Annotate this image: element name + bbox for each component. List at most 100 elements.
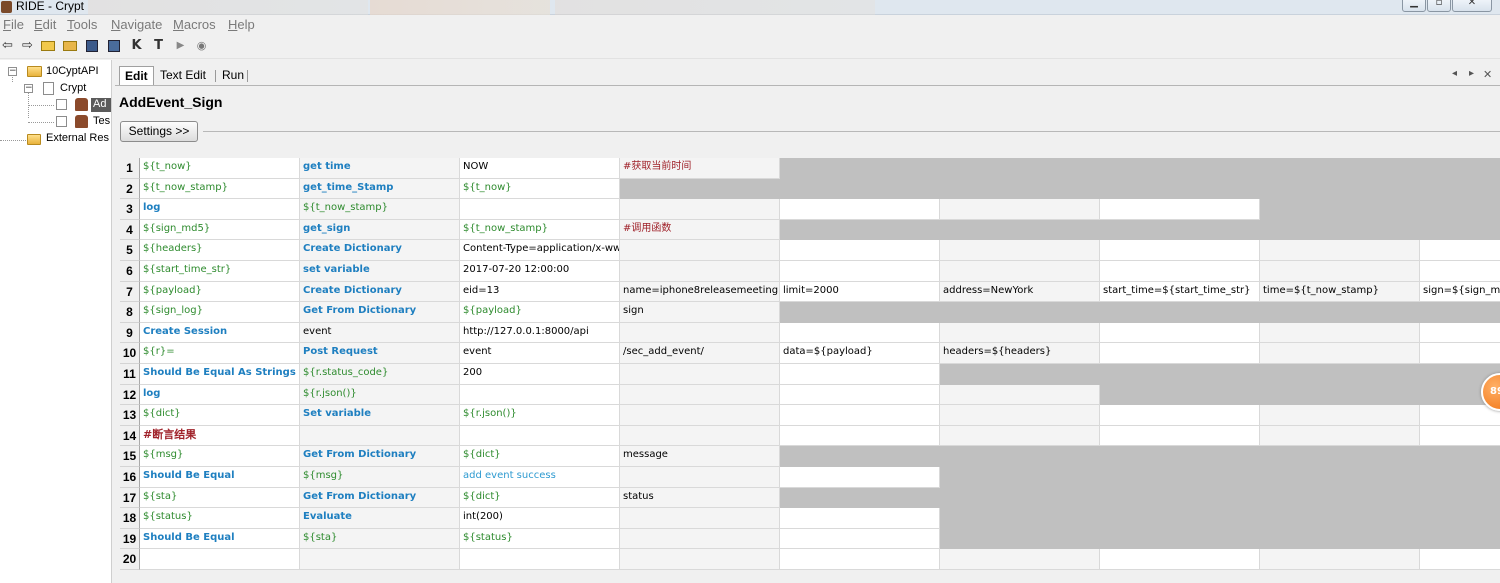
grid-cell-empty[interactable] [1260, 322, 1420, 344]
tab-close-icon[interactable]: ✕ [1483, 68, 1492, 81]
grid-cell-empty[interactable] [1420, 425, 1500, 447]
grid-cell[interactable]: ${dict} [460, 446, 620, 467]
grid-cell[interactable]: ${payload} [460, 302, 620, 323]
grid-cell-empty[interactable] [780, 199, 940, 220]
grid-cell-empty[interactable] [620, 549, 780, 570]
menu-navigate[interactable]: Navigate [111, 17, 162, 32]
grid-cell[interactable]: ${t_now_stamp} [300, 199, 460, 220]
tree-test-2[interactable]: Tes [93, 115, 110, 127]
grid-cell[interactable]: status [620, 487, 780, 509]
grid-cell[interactable]: #调用函数 [620, 219, 780, 241]
grid-cell[interactable]: 2017-07-20 12:00:00 [460, 261, 620, 282]
tree-external-resources[interactable]: External Res [46, 132, 109, 144]
grid-cell-empty[interactable] [1420, 343, 1500, 364]
grid-cell-empty[interactable] [1420, 261, 1500, 282]
grid-cell[interactable]: get_sign [300, 219, 460, 241]
grid-cell[interactable]: data=${payload} [780, 343, 940, 364]
grid-cell[interactable]: sign [620, 302, 780, 323]
grid-cell[interactable]: name=iphone8releasemeeting [620, 281, 780, 303]
stop-icon[interactable]: ◉ [194, 39, 209, 53]
grid-cell-empty[interactable] [940, 384, 1100, 406]
grid-cell[interactable]: ${r.json()} [300, 384, 460, 406]
row-number[interactable]: 11 [120, 364, 140, 385]
row-number[interactable]: 8 [120, 302, 140, 323]
grid-cell-empty[interactable] [620, 240, 780, 261]
open-directory-icon[interactable] [63, 39, 78, 53]
grid-cell[interactable]: int(200) [460, 508, 620, 529]
menu-macros[interactable]: Macros [173, 17, 216, 32]
grid-cell[interactable]: ${t_now} [140, 158, 300, 179]
settings-button[interactable]: Settings >> [120, 121, 198, 142]
grid-cell-empty[interactable] [460, 549, 620, 570]
grid-cell[interactable]: 200 [460, 364, 620, 385]
grid-cell-empty[interactable] [1100, 261, 1260, 282]
grid-cell[interactable]: address=NewYork [940, 281, 1100, 303]
grid-cell-empty[interactable] [1100, 199, 1260, 220]
row-number[interactable]: 12 [120, 384, 140, 406]
grid-cell[interactable]: log [140, 199, 300, 220]
run-icon[interactable]: ▶ [173, 39, 188, 53]
menu-file[interactable]: File [3, 17, 24, 32]
grid-cell-empty[interactable] [620, 261, 780, 282]
grid-cell[interactable]: ${status} [460, 528, 620, 550]
test-checkbox[interactable] [56, 116, 67, 127]
grid-cell-empty[interactable] [300, 425, 460, 447]
grid-cell-empty[interactable] [940, 261, 1100, 282]
row-number[interactable]: 5 [120, 240, 140, 261]
save-all-icon[interactable] [107, 39, 122, 53]
grid-cell[interactable]: start_time=${start_time_str} [1100, 281, 1260, 303]
grid-cell-empty[interactable] [1100, 425, 1260, 447]
grid-cell-empty[interactable] [1100, 240, 1260, 261]
grid-cell[interactable] [460, 199, 620, 220]
grid-cell[interactable]: Content-Type=application/x-www- [460, 240, 620, 261]
minimize-button[interactable]: ▁ [1402, 0, 1426, 12]
grid-cell[interactable]: Should Be Equal [140, 467, 300, 488]
grid-cell[interactable]: Post Request [300, 343, 460, 364]
grid-cell-empty[interactable] [1420, 240, 1500, 261]
grid-cell-empty[interactable] [940, 425, 1100, 447]
row-number[interactable]: 4 [120, 219, 140, 241]
grid-cell-empty[interactable] [1260, 261, 1420, 282]
grid-cell[interactable]: ${dict} [140, 405, 300, 426]
grid-cell[interactable]: limit=2000 [780, 281, 940, 303]
row-number[interactable]: 20 [120, 549, 140, 570]
grid-cell-empty[interactable] [780, 322, 940, 344]
grid-cell[interactable]: ${start_time_str} [140, 261, 300, 282]
grid-cell[interactable]: ${sign_md5} [140, 219, 300, 241]
grid-cell-empty[interactable] [780, 508, 940, 529]
grid-cell-empty[interactable] [780, 528, 940, 550]
menu-help[interactable]: Help [228, 17, 255, 32]
grid-cell-empty[interactable] [620, 467, 780, 488]
grid-cell[interactable]: ${r}= [140, 343, 300, 364]
grid-cell[interactable]: event [300, 322, 460, 344]
collapse-toggle[interactable]: − [8, 67, 17, 76]
grid-cell[interactable]: headers=${headers} [940, 343, 1100, 364]
collapse-toggle[interactable]: − [24, 84, 33, 93]
maximize-button[interactable]: ▫ [1427, 0, 1451, 12]
grid-cell[interactable]: ${t_now} [460, 178, 620, 200]
grid-cell[interactable]: Get From Dictionary [300, 302, 460, 323]
grid-cell[interactable]: eid=13 [460, 281, 620, 303]
grid-cell-empty[interactable] [620, 405, 780, 426]
grid-cell[interactable]: ${sign_log} [140, 302, 300, 323]
grid-cell-empty[interactable] [1420, 405, 1500, 426]
grid-cell[interactable]: add event success [460, 467, 620, 488]
grid-cell[interactable]: get_time_Stamp [300, 178, 460, 200]
row-number[interactable]: 10 [120, 343, 140, 364]
grid-cell-empty[interactable] [1260, 405, 1420, 426]
grid-cell[interactable]: ${r.json()} [460, 405, 620, 426]
tree-test-add-event[interactable]: Ad [93, 98, 106, 110]
grid-cell-empty[interactable] [1100, 343, 1260, 364]
grid-cell[interactable]: ${msg} [300, 467, 460, 488]
grid-cell-empty[interactable] [940, 549, 1100, 570]
grid-cell[interactable]: time=${t_now_stamp} [1260, 281, 1420, 303]
grid-cell[interactable]: ${payload} [140, 281, 300, 303]
grid-cell-empty[interactable] [1260, 549, 1420, 570]
grid-cell[interactable]: Should Be Equal As Strings [140, 364, 300, 385]
grid-cell[interactable]: Create Dictionary [300, 281, 460, 303]
grid-cell[interactable]: ${t_now_stamp} [140, 178, 300, 200]
grid-cell[interactable]: ${dict} [460, 487, 620, 509]
grid-cell[interactable]: Get From Dictionary [300, 487, 460, 509]
grid-cell-empty[interactable] [780, 549, 940, 570]
grid-cell-empty[interactable] [1420, 549, 1500, 570]
